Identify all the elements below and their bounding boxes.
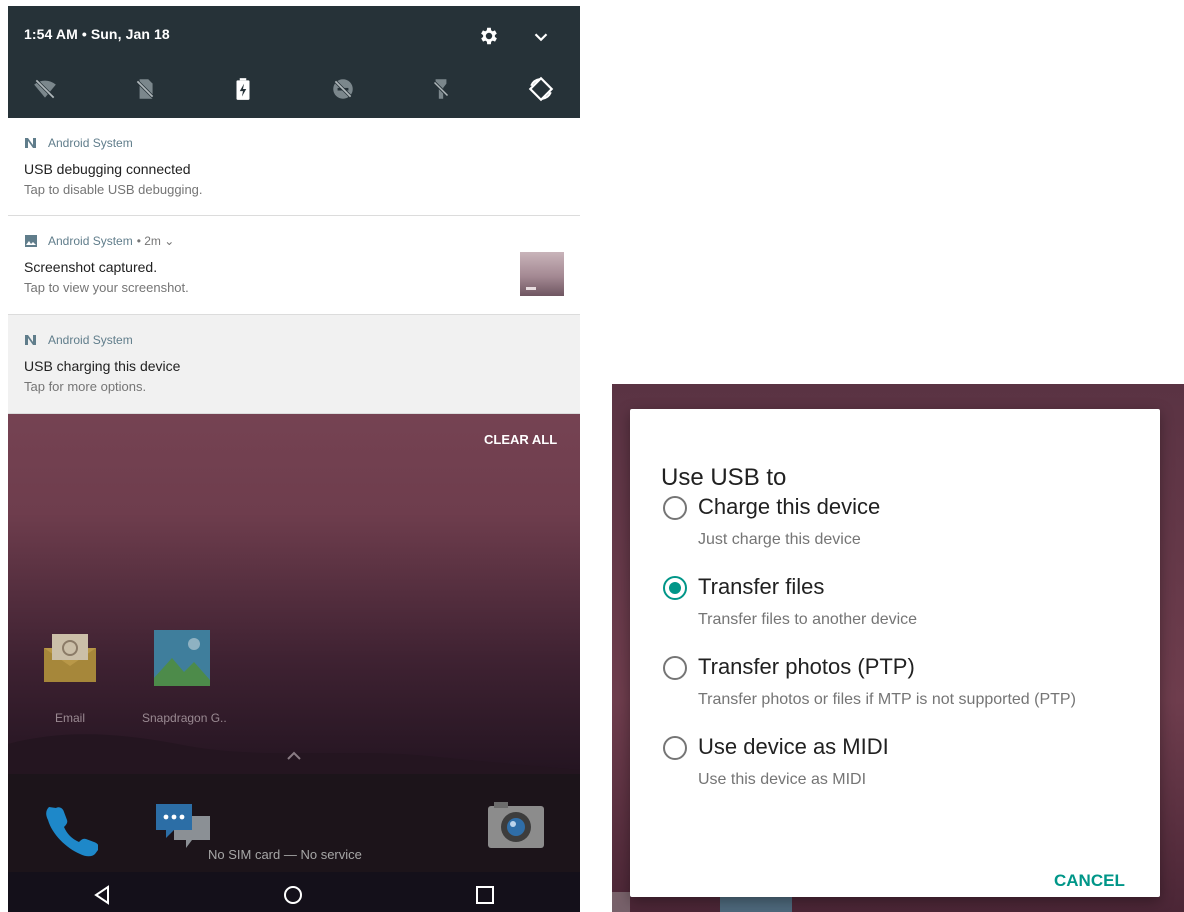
recents-icon[interactable]: [474, 884, 496, 906]
android-n-icon: [25, 138, 36, 148]
usb-option-charge[interactable]: Charge this device Just charge this devi…: [661, 494, 1161, 566]
home-app-label: Email: [54, 711, 85, 725]
chevron-down-icon[interactable]: [530, 26, 552, 48]
usb-option-transfer-files[interactable]: Transfer files Transfer files to another…: [661, 574, 1161, 646]
dialog-title: Use USB to: [661, 464, 787, 491]
gallery-app-icon[interactable]: [152, 628, 212, 688]
usb-option-description: Just charge this device: [698, 531, 861, 548]
home-icon[interactable]: [282, 884, 304, 906]
use-usb-dialog: Use USB to Charge this device Just charg…: [630, 409, 1160, 897]
gear-icon[interactable]: [478, 25, 500, 47]
flashlight-off-icon[interactable]: [428, 76, 454, 102]
usb-mode-screen: Use USB to Charge this device Just charg…: [612, 384, 1184, 912]
camera-app-icon[interactable]: [486, 800, 546, 852]
notification-title: Screenshot captured.: [24, 259, 158, 275]
usb-option-label: Charge this device: [698, 494, 881, 519]
notification-shade-screen: 1:54 AM • Sun, Jan 18 Android System USB…: [8, 6, 580, 912]
usb-option-description: Transfer photos or files if MTP is not s…: [698, 691, 1076, 708]
home-app-email[interactable]: Email: [30, 628, 110, 725]
notification-app-name: Android System: [48, 333, 133, 347]
notification-header: Android System: [24, 136, 133, 150]
battery-charging-icon[interactable]: [230, 76, 256, 102]
back-icon[interactable]: [92, 884, 114, 906]
cancel-button[interactable]: CANCEL: [1054, 871, 1125, 891]
notification-usb-debugging[interactable]: Android System USB debugging connected T…: [8, 118, 580, 216]
usb-option-description: Transfer files to another device: [698, 611, 918, 628]
messaging-app-icon[interactable]: [152, 800, 214, 856]
app-drawer-arrow-icon[interactable]: [284, 748, 304, 764]
clear-all-button[interactable]: CLEAR ALL: [484, 432, 557, 447]
home-app-gallery[interactable]: Snapdragon G..: [142, 628, 227, 725]
radio-button-unselected[interactable]: [663, 496, 687, 520]
radio-button-selected[interactable]: [663, 576, 687, 600]
notification-app-name: Android System: [48, 234, 133, 248]
notification-header: Android System • 2m ⌄: [24, 234, 174, 248]
quick-settings-panel: 1:54 AM • Sun, Jan 18: [8, 6, 580, 118]
notification-header: Android System: [24, 333, 133, 347]
usb-option-label: Transfer files: [698, 574, 825, 599]
notification-text: Tap for more options.: [24, 379, 147, 394]
usb-option-midi[interactable]: Use device as MIDI Use this device as MI…: [661, 734, 1161, 806]
notification-time[interactable]: • 2m ⌄: [137, 234, 175, 248]
status-datetime: 1:54 AM • Sun, Jan 18: [24, 26, 170, 42]
home-app-label: Snapdragon G..: [142, 711, 227, 725]
usb-option-transfer-photos[interactable]: Transfer photos (PTP) Transfer photos or…: [661, 654, 1161, 726]
notification-title: USB charging this device: [24, 358, 181, 374]
usb-option-description: Use this device as MIDI: [698, 771, 867, 788]
notification-text: Tap to view your screenshot.: [24, 280, 189, 295]
auto-rotate-icon[interactable]: [528, 76, 554, 102]
wifi-off-icon[interactable]: [32, 76, 58, 102]
screenshot-stage: 1:54 AM • Sun, Jan 18 Android System USB…: [0, 0, 1184, 912]
usb-option-label: Transfer photos (PTP): [698, 654, 915, 679]
notification-title: USB debugging connected: [24, 161, 191, 177]
phone-app-icon[interactable]: [42, 802, 98, 858]
notification-app-name: Android System: [48, 136, 133, 150]
screenshot-thumbnail[interactable]: [520, 252, 564, 296]
radio-button-unselected[interactable]: [663, 736, 687, 760]
android-n-icon: [25, 335, 36, 345]
notification-text: Tap to disable USB debugging.: [24, 182, 203, 197]
usb-option-label: Use device as MIDI: [698, 734, 889, 759]
notification-usb-charging[interactable]: Android System USB charging this device …: [8, 315, 580, 414]
background-app-icon: [612, 892, 630, 912]
no-sim-icon[interactable]: [132, 76, 158, 102]
dnd-off-icon[interactable]: [330, 76, 356, 102]
notification-screenshot[interactable]: Android System • 2m ⌄ Screenshot capture…: [8, 216, 580, 315]
image-icon: [25, 235, 37, 247]
no-sim-status-text: No SIM card — No service: [208, 847, 362, 862]
radio-button-unselected[interactable]: [663, 656, 687, 680]
email-app-icon[interactable]: [40, 628, 100, 688]
